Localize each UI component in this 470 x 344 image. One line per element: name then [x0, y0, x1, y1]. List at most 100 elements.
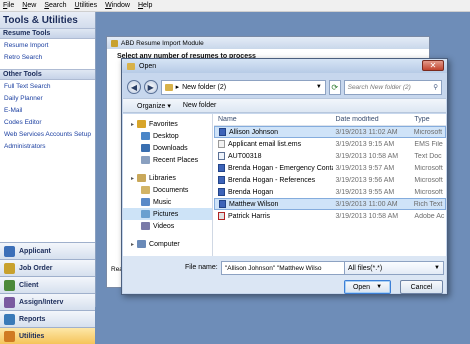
file-name: Matthew Wilson: [229, 200, 279, 208]
file-name: Brenda Hogan - Emergency Contacts: [228, 164, 334, 172]
organize-button[interactable]: Organize ▾: [137, 102, 171, 110]
expand-icon[interactable]: ▸: [131, 175, 134, 182]
dialog-title: Open: [139, 62, 157, 70]
column-name[interactable]: Name: [214, 116, 333, 123]
menu-search[interactable]: Search: [44, 2, 66, 9]
file-row[interactable]: Matthew Wilson 3/19/2013 11:00 AM Rich Tex…: [214, 198, 446, 210]
new-folder-button[interactable]: New folder: [183, 102, 216, 109]
sidebar-link-full-text-search[interactable]: Full Text Search: [0, 80, 95, 92]
menu-help[interactable]: Help: [138, 2, 152, 9]
txt-file-icon: [218, 152, 225, 160]
dialog-title-bar: Open: [122, 59, 447, 73]
file-row[interactable]: Patrick Harris 3/19/2013 10:58 AM Adobe Ac: [214, 210, 446, 222]
sidebar-link-resume-import[interactable]: Resume Import: [0, 39, 95, 51]
word-file-icon: [218, 164, 225, 172]
file-row[interactable]: Brenda Hogan - References 3/19/2013 9:56 …: [214, 174, 446, 186]
word-file-icon: [219, 128, 226, 136]
chevron-down-icon[interactable]: ▼: [316, 84, 325, 90]
file-row[interactable]: Brenda Hogan 3/19/2013 9:55 AM Microsoft: [214, 186, 446, 198]
downloads-icon: [141, 144, 150, 152]
column-headers: Name Date modified Type: [214, 114, 446, 126]
column-type[interactable]: Type: [412, 116, 446, 123]
file-date: 3/19/2013 11:00 AM: [335, 200, 398, 208]
nav-reports-button[interactable]: Reports: [0, 310, 95, 327]
file-date: 3/19/2013 9:56 AM: [335, 176, 395, 184]
nav-applicant-button[interactable]: Applicant: [0, 242, 95, 259]
file-type: Microsoft: [414, 164, 443, 172]
file-type: Text Doc: [414, 152, 442, 160]
tree-item-libraries[interactable]: ▸ Libraries: [123, 172, 212, 184]
tree-item-music[interactable]: Music: [123, 196, 212, 208]
column-date-modified[interactable]: Date modified: [333, 116, 412, 123]
back-button[interactable]: ◀: [127, 80, 141, 94]
file-row[interactable]: AUT00318 3/19/2013 10:58 AM Text Doc: [214, 150, 446, 162]
sidebar-link-web-services-accounts-setup[interactable]: Web Services Accounts Setup: [0, 128, 95, 140]
expand-icon[interactable]: ▸: [131, 121, 134, 128]
file-type: Microsoft: [414, 176, 443, 184]
sidebar-link-e-mail[interactable]: E-Mail: [0, 104, 95, 116]
nav-client-button[interactable]: Client: [0, 276, 95, 293]
file-type: Microsoft: [414, 188, 443, 196]
assign-interv-icon: [4, 296, 15, 308]
sidebar-link-retro-search[interactable]: Retro Search: [0, 51, 95, 63]
menu-bar: File New Search Utilities Window Help: [0, 0, 470, 12]
dialog-toolbar: Organize ▾ New folder: [123, 98, 446, 113]
job-order-icon: [4, 262, 15, 274]
applicant-icon: [4, 245, 15, 257]
file-type-select[interactable]: All files(*.*) ▼: [344, 261, 444, 275]
utilities-icon: [4, 330, 15, 342]
file-row[interactable]: Applicant email list.ems 3/19/2013 9:15 A…: [214, 138, 446, 150]
tree-item-videos[interactable]: Videos: [123, 220, 212, 232]
tree-item-desktop[interactable]: Desktop: [123, 130, 212, 142]
tree-item-computer[interactable]: ▸ Computer: [123, 238, 212, 250]
desktop-icon: [141, 132, 150, 140]
open-file-dialog: Open ✕ ◀ ▶ ▸ New folder (2) ▼ ⟳ Search N…: [121, 58, 448, 295]
file-name-field[interactable]: "Allison Johnson" "Matthew Wilso: [221, 261, 347, 275]
file-row[interactable]: Allison Johnson 3/19/2013 11:02 AM Microso…: [214, 126, 446, 138]
refresh-icon[interactable]: ⟳: [328, 79, 341, 95]
tree-item-pictures[interactable]: Pictures: [123, 208, 212, 220]
sidebar-title: Tools & Utilities: [0, 12, 95, 28]
file-type: Rich Text: [413, 200, 443, 208]
close-icon[interactable]: ✕: [422, 60, 444, 71]
open-button[interactable]: Open ▼: [344, 280, 391, 294]
address-text: New folder (2): [182, 83, 227, 91]
pictures-icon: [141, 210, 150, 218]
search-input[interactable]: Search New folder (2) ⚲: [343, 79, 443, 95]
menu-file[interactable]: File: [3, 2, 14, 9]
file-row[interactable]: Brenda Hogan - Emergency Contacts 3/19/20…: [214, 162, 446, 174]
ems-file-icon: [218, 140, 225, 148]
file-type: Adobe Ac: [414, 212, 445, 220]
menu-window[interactable]: Window: [105, 2, 130, 9]
sidebar-link-administrators[interactable]: Administrators: [0, 140, 95, 152]
file-name-label: File name:: [185, 264, 218, 271]
file-date: 3/19/2013 9:55 AM: [335, 188, 395, 196]
chevron-down-icon: ▼: [434, 265, 440, 271]
reports-icon: [4, 313, 15, 325]
nav-job-order-button[interactable]: Job Order: [0, 259, 95, 276]
app-icon: [111, 39, 118, 47]
expand-icon[interactable]: ▸: [131, 241, 134, 248]
sidebar-link-daily-planner[interactable]: Daily Planner: [0, 92, 95, 104]
tree-item-favorites[interactable]: ▸ Favorites: [123, 118, 212, 130]
tree-item-recent-places[interactable]: Recent Places: [123, 154, 212, 166]
nav-assign-interv-button[interactable]: Assign/Interv: [0, 293, 95, 310]
module-title: ABD Resume Import Module: [121, 39, 204, 47]
nav-utilities-button[interactable]: Utilities: [0, 327, 95, 344]
file-list: Name Date modified Type Allison Johnson 3…: [214, 114, 446, 256]
file-name: Applicant email list.ems: [228, 140, 302, 148]
address-bar[interactable]: ▸ New folder (2) ▼: [160, 79, 326, 95]
videos-icon: [141, 222, 150, 230]
favorites-icon: [137, 120, 147, 128]
tree-item-downloads[interactable]: Downloads: [123, 142, 212, 154]
word-file-icon: [218, 188, 225, 196]
menu-utilities[interactable]: Utilities: [75, 2, 98, 9]
forward-button[interactable]: ▶: [143, 80, 158, 94]
menu-new[interactable]: New: [22, 2, 36, 9]
pdf-file-icon: [218, 212, 225, 220]
cancel-button[interactable]: Cancel: [400, 280, 443, 294]
tree-item-documents[interactable]: Documents: [123, 184, 212, 196]
file-type: Microsoft: [413, 128, 443, 136]
sidebar-link-codes-editor[interactable]: Codes Editor: [0, 116, 95, 128]
address-row: ◀ ▶ ▸ New folder (2) ▼ ⟳ Search New fold…: [127, 78, 443, 96]
